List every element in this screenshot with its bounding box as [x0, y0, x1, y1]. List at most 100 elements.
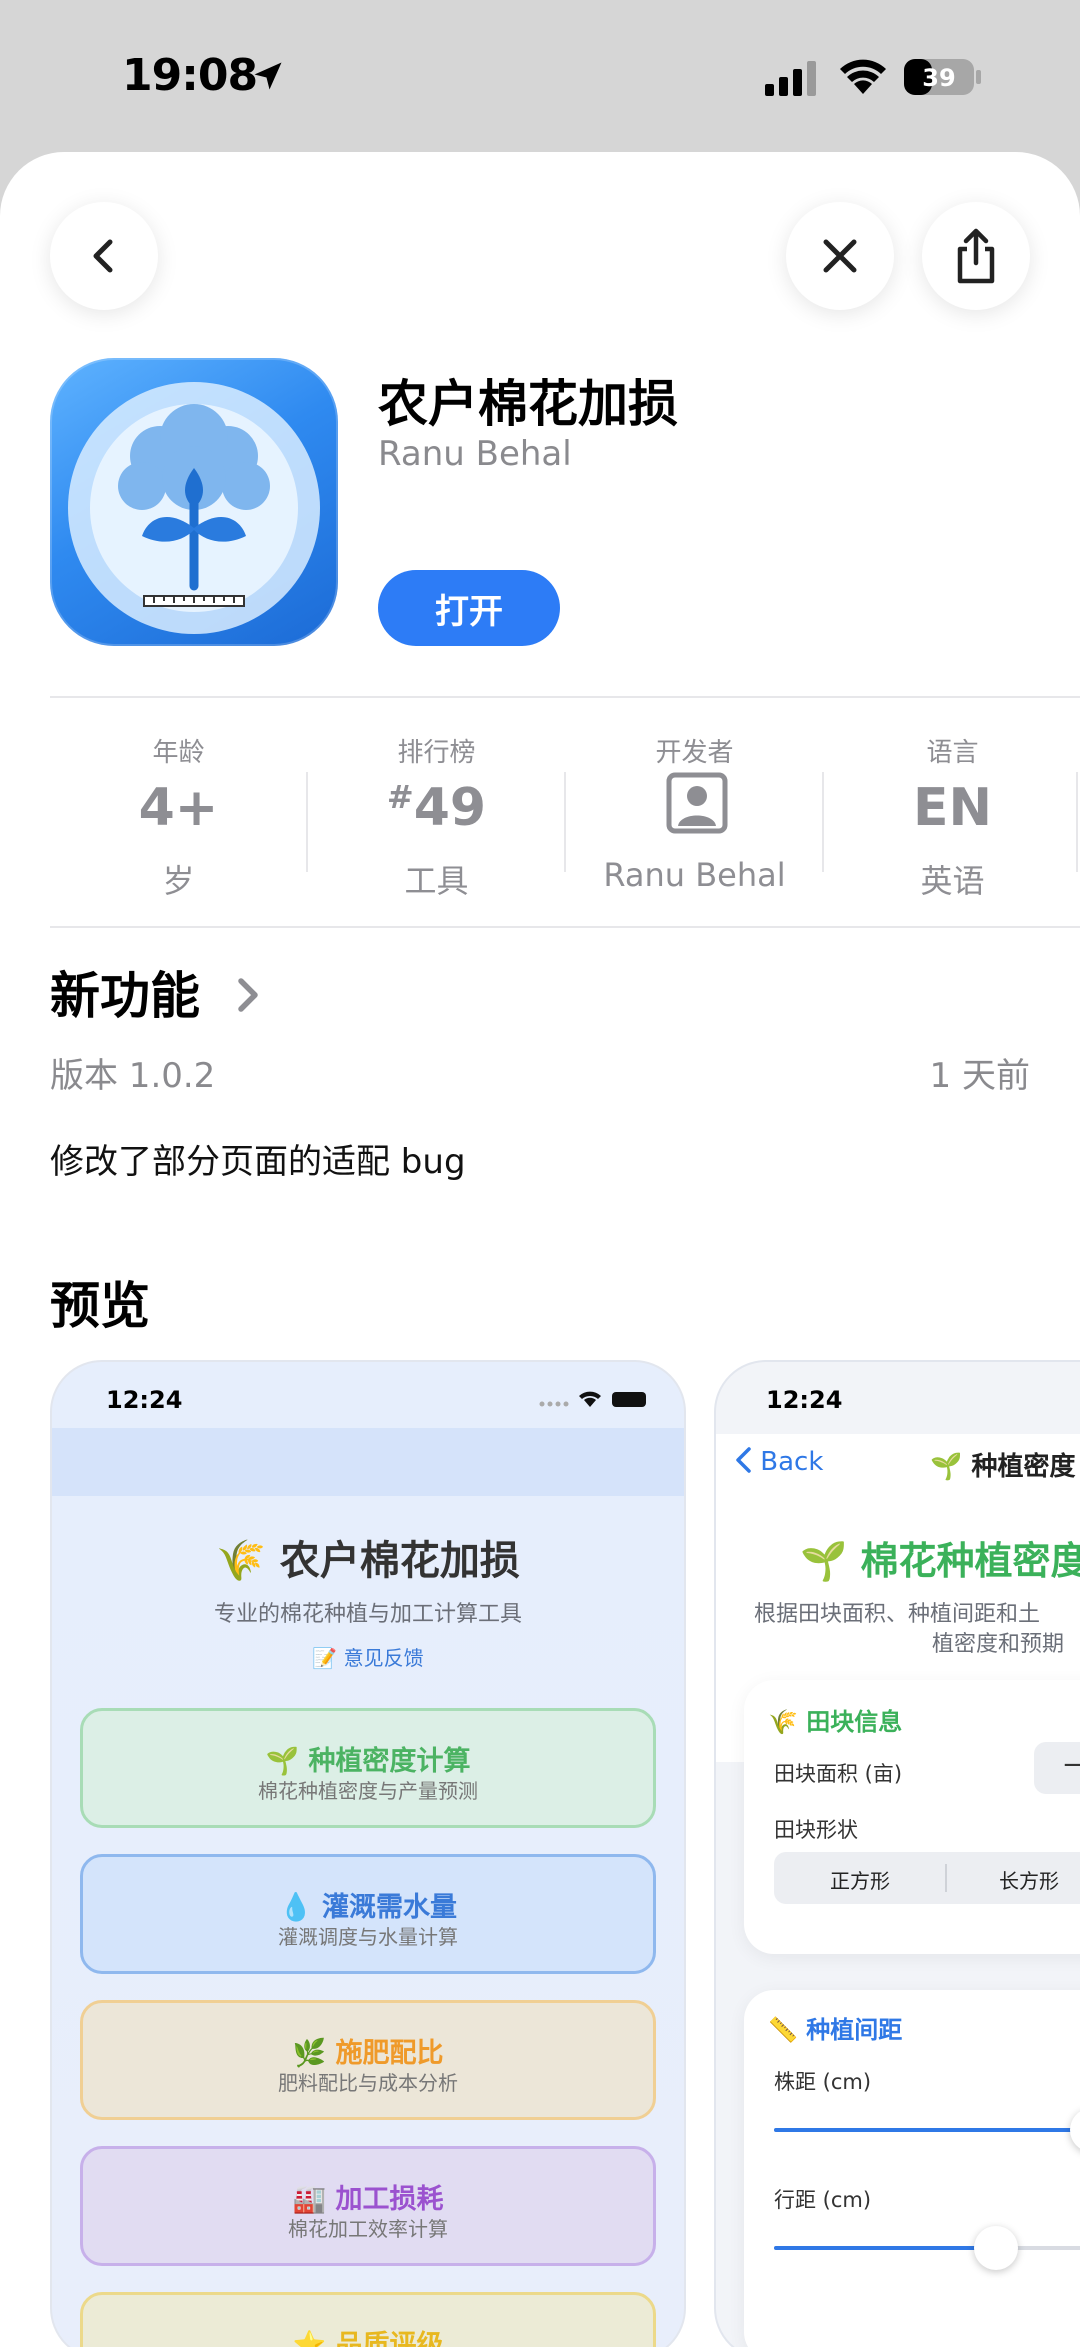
- status-bar: 19:08 39: [0, 0, 1080, 150]
- preview-screenshot-1[interactable]: 12:24 🌾 农户棉花加损 专业的棉花种植与加工计算工具 📝 意见反馈 🌱 种…: [50, 1360, 686, 2347]
- info-chart-value: #49: [308, 778, 565, 838]
- back-button[interactable]: [50, 202, 158, 310]
- chevron-left-icon: [93, 239, 113, 273]
- shot-back-text: Back: [760, 1447, 824, 1477]
- shot-back-link: Back: [734, 1446, 823, 1477]
- shot-app-title: 🌾 农户棉花加损: [216, 1538, 520, 1584]
- plant-spacing-label: 株距 (cm): [774, 2070, 872, 2094]
- preview-screenshot-2[interactable]: 12:24 Back 🌱 种植密度 🌱 棉花种植密度 根据田块面积、种植间距和土…: [714, 1360, 1080, 2347]
- shot-app-subtitle: 专业的棉花种植与加工计算工具: [213, 1602, 522, 1627]
- shot-page-title-text: 棉花种植密度: [860, 1539, 1080, 1583]
- info-language-value: EN: [912, 778, 993, 838]
- segment-divider: [945, 1864, 947, 1892]
- panel-title-text: 种植间距: [806, 2016, 903, 2044]
- slider-knob: [1070, 2108, 1080, 2152]
- info-developer-sub: Ranu Behal: [603, 856, 786, 894]
- row-spacing-label: 行距 (cm): [774, 2188, 872, 2212]
- info-chart-sub: 工具: [404, 862, 469, 900]
- shot-app-title-text: 农户棉花加损: [279, 1538, 520, 1584]
- shot-feedback-text: 意见反馈: [343, 1646, 424, 1670]
- app-store-sheet: 农户棉花加损 Ranu Behal 打开 年龄 4+ 岁 排行榜 #49 工具 …: [0, 152, 1080, 2347]
- status-time: 19:08: [122, 50, 258, 101]
- slider-knob: [974, 2226, 1018, 2270]
- card-subtitle: 棉花种植密度与产量预测: [258, 1779, 478, 1803]
- area-label: 田块面积 (亩): [774, 1762, 903, 1786]
- shot-page-title: 🌱 棉花种植密度: [800, 1530, 1080, 1585]
- minus-icon: −: [1062, 1750, 1080, 1780]
- rank-number: 49: [413, 778, 487, 838]
- card-title: 种植密度计算: [308, 1746, 471, 1777]
- shot-status-icons: [539, 1391, 646, 1407]
- share-icon: [957, 228, 995, 284]
- card-title: 品质评级: [335, 2330, 444, 2347]
- wifi-icon: [840, 59, 886, 94]
- cotton-plant-icon: [68, 382, 320, 634]
- shot-card-quality: ⭐ 品质评级: [80, 2292, 656, 2347]
- info-language[interactable]: 语言 EN 英语: [824, 712, 1080, 900]
- location-arrow-icon: [254, 62, 282, 90]
- cellular-signal-icon: [765, 61, 816, 96]
- info-language-label: 语言: [926, 738, 979, 768]
- plant-spacing-slider: [774, 2108, 1080, 2152]
- card-title: 加工损耗: [335, 2184, 444, 2215]
- info-age-sub: 岁: [162, 862, 195, 900]
- chevron-left-icon: [736, 1447, 751, 1473]
- panel-title: 🌾 田块信息: [768, 1708, 903, 1736]
- close-button[interactable]: [786, 202, 894, 310]
- share-button[interactable]: [922, 202, 1030, 310]
- shot-nav-title: 🌱 种植密度: [930, 1452, 1076, 1482]
- shot-page-desc: 植密度和预期: [932, 1632, 1065, 1657]
- preview-title: 预览: [50, 1277, 150, 1335]
- card-title: 灌溉需水量: [322, 1892, 458, 1923]
- info-developer[interactable]: 开发者 Ranu Behal: [566, 712, 823, 894]
- shot-page-desc: 根据田块面积、种植间距和土: [754, 1602, 1041, 1627]
- card-title: 施肥配比: [335, 2038, 444, 2069]
- shot-nav-title-text: 种植密度: [971, 1452, 1076, 1482]
- whats-new-title: 新功能: [50, 967, 200, 1025]
- shot-card-processing: 🏭 加工损耗 棉花加工效率计算: [80, 2146, 656, 2266]
- info-age[interactable]: 年龄 4+ 岁: [50, 712, 307, 900]
- panel-title: 📏 种植间距: [768, 2016, 903, 2044]
- shot-panel-spacing: 📏 种植间距 株距 (cm) 行距 (cm): [744, 1990, 1080, 2347]
- shot-status-time: 12:24: [766, 1386, 843, 1414]
- person-icon: [666, 772, 728, 834]
- info-developer-label: 开发者: [655, 738, 734, 768]
- chevron-right-icon: [238, 978, 259, 1012]
- divider: [50, 926, 1080, 928]
- app-icon: [50, 358, 338, 646]
- app-developer[interactable]: Ranu Behal: [378, 434, 572, 474]
- card-subtitle: 肥料配比与成本分析: [278, 2071, 458, 2095]
- shape-label: 田块形状: [774, 1818, 858, 1842]
- info-chart[interactable]: 排行榜 #49 工具: [308, 712, 565, 900]
- info-chart-label: 排行榜: [397, 738, 476, 768]
- whats-new-header[interactable]: 新功能: [50, 956, 265, 1028]
- card-subtitle: 灌溉调度与水量计算: [278, 1925, 458, 1949]
- slider-fill: [774, 2246, 996, 2250]
- shot-card-irrigation: 💧 灌溉需水量 灌溉调度与水量计算: [80, 1854, 656, 1974]
- battery-level: 39: [922, 64, 955, 92]
- open-button[interactable]: 打开: [378, 570, 560, 646]
- release-date: 1 天前: [929, 1056, 1030, 1096]
- shot-card-density: 🌱 种植密度计算 棉花种植密度与产量预测: [80, 1708, 656, 1828]
- shot-panel-field: 🌾 田块信息 田块面积 (亩) − 田块形状 正方形 长方形: [744, 1680, 1080, 1954]
- battery-icon: 39: [904, 59, 981, 95]
- info-separator: [1076, 772, 1078, 872]
- panel-title-text: 田块信息: [806, 1708, 903, 1736]
- shot-nav-band: [52, 1428, 684, 1496]
- card-subtitle: 棉花加工效率计算: [288, 2217, 448, 2241]
- info-language-sub: 英语: [920, 862, 985, 900]
- rank-hash: #: [386, 778, 414, 816]
- area-stepper: −: [1034, 1742, 1080, 1794]
- shot-status-time: 12:24: [106, 1386, 183, 1414]
- divider: [50, 696, 1080, 698]
- slider-fill: [774, 2128, 1080, 2132]
- close-icon: [823, 239, 857, 273]
- info-age-label: 年龄: [152, 738, 205, 768]
- shape-option-square: 正方形: [830, 1869, 890, 1893]
- app-title: 农户棉花加损: [378, 375, 678, 433]
- info-age-value: 4+: [138, 778, 219, 838]
- info-row: 年龄 4+ 岁 排行榜 #49 工具 开发者 Ranu Behal 语言 EN …: [50, 712, 1080, 900]
- row-spacing-slider: [774, 2226, 1080, 2270]
- version-label: 版本 1.0.2: [50, 1056, 216, 1096]
- shape-option-rectangle: 长方形: [999, 1869, 1059, 1893]
